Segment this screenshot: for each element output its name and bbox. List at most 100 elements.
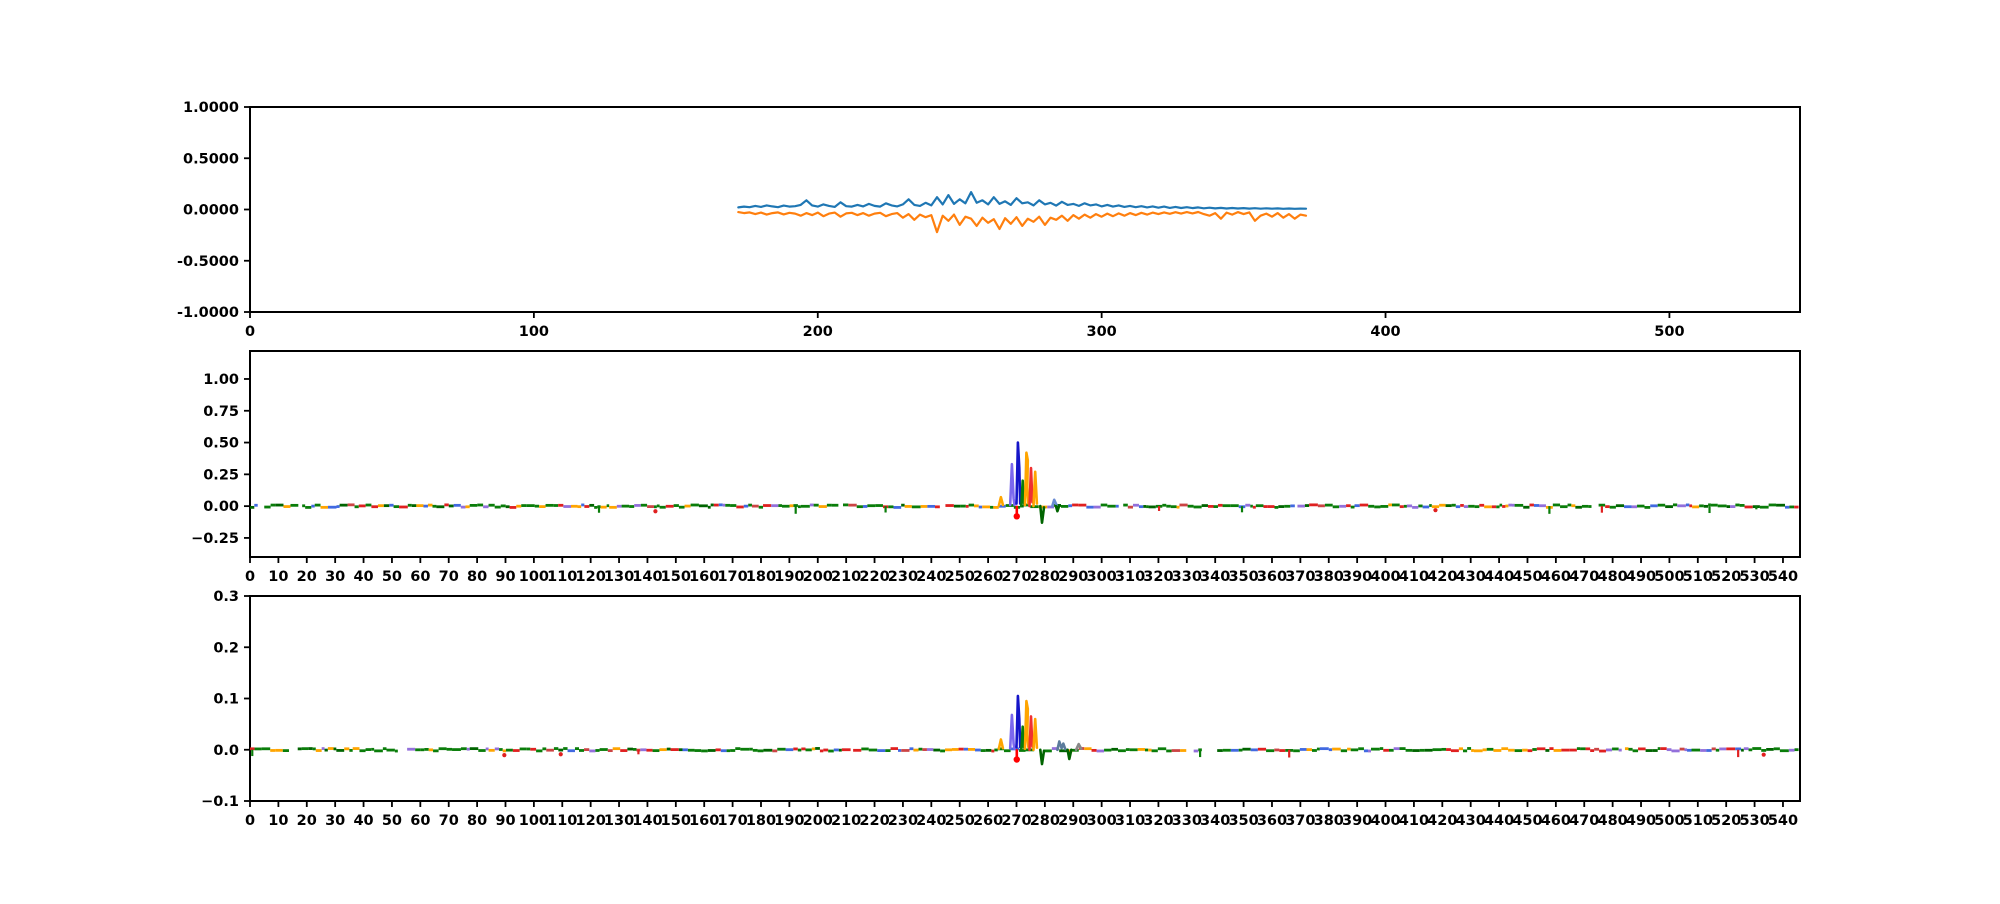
x-tick-label: 430 [1456, 569, 1486, 585]
x-tick-label: 490 [1626, 813, 1656, 829]
y-tick-label: −0.1 [201, 794, 239, 810]
x-tick-label: 70 [439, 569, 459, 585]
spike-cluster [997, 441, 1061, 524]
x-tick-label: 340 [1200, 569, 1230, 585]
x-tick-label: 540 [1768, 813, 1798, 829]
x-tick-label: 320 [1143, 813, 1173, 829]
y-tick-label: −0.25 [191, 531, 239, 547]
x-tick-label: 290 [1058, 813, 1088, 829]
x-tick-label: 370 [1285, 569, 1315, 585]
x-tick-label: 150 [661, 813, 691, 829]
baseline-dot [653, 509, 658, 514]
x-tick-label: 410 [1399, 569, 1429, 585]
spike-stroke [997, 495, 1005, 507]
x-tick-label: 400 [1370, 569, 1400, 585]
x-tick-label: 100 [519, 324, 549, 340]
x-tick-label: 20 [297, 569, 317, 585]
x-tick-label: 450 [1512, 569, 1542, 585]
x-tick-label: 220 [859, 813, 889, 829]
x-tick-label: 0 [245, 324, 255, 340]
x-tick-label: 420 [1427, 569, 1457, 585]
spike-stroke [1023, 451, 1030, 507]
spike-stroke [1020, 479, 1026, 508]
x-tick-label: 390 [1342, 569, 1372, 585]
x-tick-label: 460 [1541, 813, 1571, 829]
x-tick-label: 120 [576, 569, 606, 585]
x-tick-label: 120 [576, 813, 606, 829]
x-tick-label: 510 [1683, 813, 1713, 829]
x-tick-label: 380 [1314, 569, 1344, 585]
baseline-dot [558, 752, 563, 757]
x-tick-label: 50 [382, 569, 402, 585]
x-tick-label: 500 [1654, 813, 1684, 829]
x-tick-label: 170 [717, 569, 747, 585]
x-tick-label: 500 [1654, 324, 1684, 340]
x-tick-label: 140 [632, 813, 662, 829]
spike-stroke [1054, 504, 1061, 513]
x-tick-label: 390 [1342, 813, 1372, 829]
x-tick-label: 220 [859, 569, 889, 585]
baseline-dot [1761, 752, 1766, 757]
x-tick-label: 110 [547, 569, 577, 585]
y-tick-label: 0.2 [213, 640, 239, 656]
y-tick-label: 1.0000 [183, 100, 239, 116]
x-tick-label: 100 [519, 569, 549, 585]
x-tick-label: 440 [1484, 813, 1514, 829]
spike-stroke [1015, 441, 1022, 505]
y-tick-label: 0.25 [203, 467, 239, 483]
x-tick-label: 200 [803, 813, 833, 829]
panel-top: 0 100 200 300 400 500 1.0000 0.5000 0.0000 -0.500… [177, 100, 1801, 340]
spike-stroke [1056, 740, 1067, 752]
x-tick-label: 160 [689, 813, 719, 829]
x-tick-label: 260 [973, 569, 1003, 585]
x-tick-label: 300 [1087, 569, 1117, 585]
x-tick-label: 440 [1484, 569, 1514, 585]
x-tick-label: 320 [1143, 569, 1173, 585]
y-tick-label: 0.50 [203, 436, 239, 452]
x-tick-label: 150 [661, 569, 691, 585]
x-tick-label: 70 [439, 813, 459, 829]
waveform-upper-blue [737, 191, 1308, 210]
axes-frame [249, 595, 1801, 802]
y-tick-label: 0.3 [213, 589, 239, 605]
x-tick-label: 110 [547, 813, 577, 829]
x-tick-label: 510 [1683, 569, 1713, 585]
y-tick-label: 1.00 [203, 372, 239, 388]
x-tick-label: 0 [245, 569, 255, 585]
x-tick-label: 230 [888, 569, 918, 585]
spike-stroke [1008, 713, 1016, 750]
x-tick-label: 140 [632, 569, 662, 585]
x-tick-label: 180 [746, 813, 776, 829]
x-tick-label: 450 [1512, 813, 1542, 829]
x-tick-label: 330 [1172, 569, 1202, 585]
baseline-dot [1433, 508, 1438, 513]
x-tick-label: 260 [973, 813, 1003, 829]
x-tick-label: 20 [297, 813, 317, 829]
spike-stroke [1008, 462, 1016, 507]
x-tick-label: 330 [1172, 813, 1202, 829]
x-tick-label: 130 [604, 569, 634, 585]
y-tick-label: 0.1 [213, 692, 239, 708]
panel-bottom: 0 10 20 30 40 50 60 70 80 90 100110120130140150160… [201, 589, 1801, 829]
x-tick-label: 50 [382, 813, 402, 829]
x-tick-label: 30 [325, 813, 345, 829]
plots-canvas: 0 100 200 300 400 5001.00000.50000.0000-0.500… [0, 0, 2000, 900]
x-tick-label: 210 [831, 813, 861, 829]
x-tick-label: 460 [1541, 569, 1571, 585]
x-tick-label: 200 [803, 569, 833, 585]
x-tick-label: 280 [1030, 569, 1060, 585]
x-tick-label: 250 [945, 569, 975, 585]
x-tick-label: 470 [1569, 813, 1599, 829]
spike-stroke [1028, 466, 1034, 508]
x-tick-label: 80 [467, 569, 487, 585]
x-tick-label: 0 [245, 813, 255, 829]
x-tick-label: 230 [888, 813, 918, 829]
x-tick-label: 380 [1314, 813, 1344, 829]
spike-stroke [1032, 717, 1039, 752]
panel-middle: 0 10 20 30 40 50 60 70 80 90 100110120130140150160… [191, 350, 1801, 585]
x-tick-label: 190 [774, 813, 804, 829]
baseline-dot [502, 753, 507, 758]
x-tick-label: 530 [1739, 569, 1769, 585]
x-tick-label: 360 [1257, 813, 1287, 829]
x-tick-label: 200 [803, 324, 833, 340]
